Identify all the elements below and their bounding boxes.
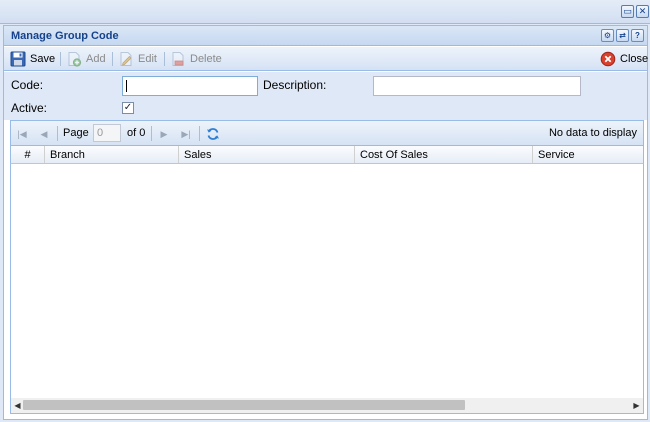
- column-header-branch[interactable]: Branch: [45, 146, 179, 163]
- active-checkbox[interactable]: ✓: [122, 102, 134, 114]
- last-page-icon[interactable]: ▶|: [179, 127, 193, 141]
- refresh-icon[interactable]: [206, 127, 220, 141]
- add-button[interactable]: Add: [66, 51, 106, 67]
- help-tool-icon[interactable]: ?: [631, 29, 644, 42]
- page-label: Page: [63, 127, 89, 139]
- prev-page-icon[interactable]: ◀: [37, 127, 51, 141]
- save-label: Save: [30, 53, 56, 65]
- toolbar: Save Add Edit Delete Close: [4, 47, 648, 71]
- paging-separator: [151, 126, 152, 141]
- window-close-icon[interactable]: ✕: [636, 5, 649, 18]
- toolbar-separator: [60, 52, 61, 66]
- description-input[interactable]: [373, 76, 581, 96]
- scrollbar-thumb[interactable]: [23, 400, 465, 410]
- panel-title: Manage Group Code: [11, 30, 119, 42]
- paging-status: No data to display: [548, 127, 637, 139]
- page-count-label: of 0: [127, 127, 146, 139]
- add-document-icon: [66, 51, 82, 67]
- next-page-icon[interactable]: ▶: [157, 127, 171, 141]
- close-button[interactable]: Close: [600, 51, 648, 67]
- window-restore-icon[interactable]: ▭: [621, 5, 634, 18]
- edit-button[interactable]: Edit: [118, 51, 157, 67]
- paging-separator: [57, 126, 58, 141]
- close-label: Close: [620, 53, 649, 65]
- checkmark-icon: ✓: [123, 102, 133, 113]
- close-circle-icon: [600, 51, 616, 67]
- horizontal-scrollbar[interactable]: ◀ ▶: [10, 398, 644, 414]
- toolbar-separator: [112, 52, 113, 66]
- window-title-bar: ▭ ✕: [0, 0, 650, 24]
- column-header-service[interactable]: Service: [533, 146, 643, 163]
- manage-group-code-panel: Manage Group Code ⚙ ⇄ ? Save Add Edit De…: [3, 25, 648, 420]
- add-label: Add: [86, 53, 106, 65]
- scroll-left-icon[interactable]: ◀: [13, 401, 22, 410]
- save-button[interactable]: Save: [10, 51, 55, 67]
- paging-separator: [199, 126, 200, 141]
- edit-label: Edit: [138, 53, 157, 65]
- delete-button[interactable]: Delete: [170, 51, 222, 67]
- text-caret: [126, 80, 127, 92]
- settings-tool-icon[interactable]: ⚙: [601, 29, 614, 42]
- toolbar-separator: [164, 52, 165, 66]
- delete-label: Delete: [190, 53, 222, 65]
- code-input[interactable]: [122, 76, 258, 96]
- edit-document-icon: [118, 51, 134, 67]
- column-header-sales[interactable]: Sales: [179, 146, 355, 163]
- delete-document-icon: [170, 51, 186, 67]
- scroll-right-icon[interactable]: ▶: [632, 401, 641, 410]
- panel-header: Manage Group Code ⚙ ⇄ ?: [4, 26, 647, 46]
- grid-body[interactable]: [10, 164, 644, 398]
- paging-toolbar: |◀ ◀ Page 0 of 0 ▶ ▶| No data to display: [10, 120, 644, 146]
- refresh-tool-icon[interactable]: ⇄: [616, 29, 629, 42]
- column-header-number[interactable]: #: [11, 146, 45, 163]
- column-header-cost-of-sales[interactable]: Cost Of Sales: [355, 146, 533, 163]
- page-number-input[interactable]: 0: [93, 124, 121, 142]
- active-label: Active:: [11, 101, 48, 115]
- grid-header: # Branch Sales Cost Of Sales Service: [10, 146, 644, 164]
- code-label: Code:: [11, 78, 44, 92]
- first-page-icon[interactable]: |◀: [15, 127, 29, 141]
- description-label: Description:: [263, 78, 327, 92]
- floppy-disk-icon: [10, 51, 26, 67]
- group-code-form: Code: Description: Active: ✓: [4, 72, 647, 120]
